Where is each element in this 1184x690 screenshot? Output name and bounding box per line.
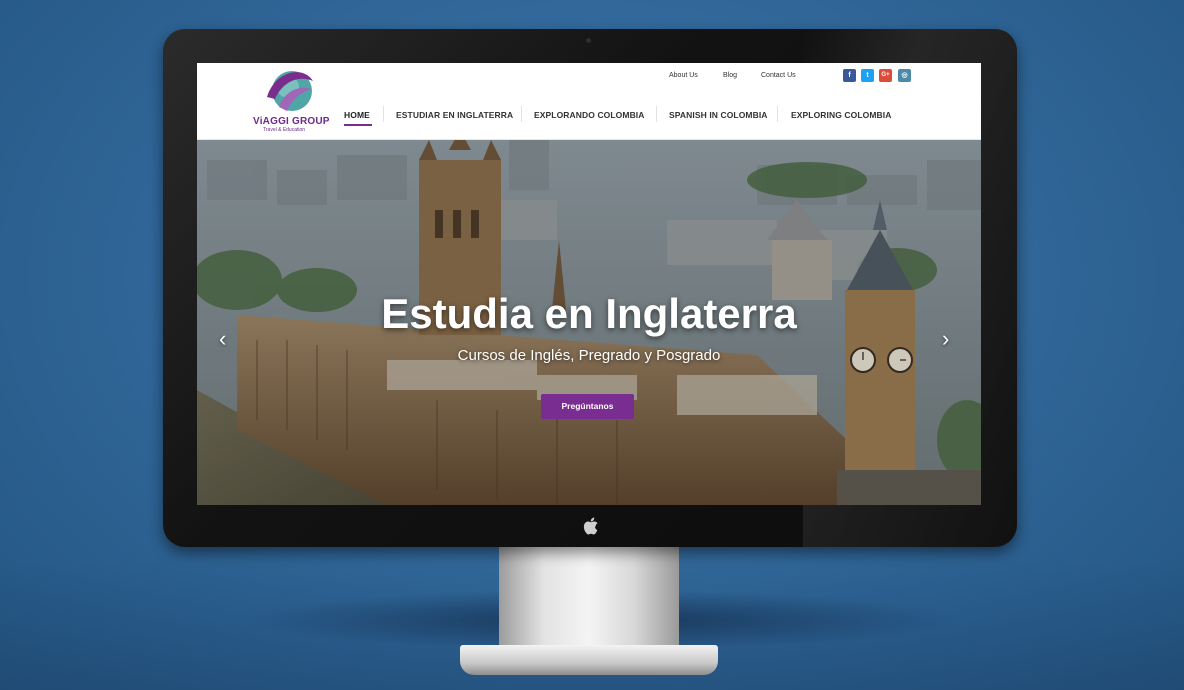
top-link-blog[interactable]: Blog bbox=[723, 72, 737, 79]
preguntanos-button[interactable]: Pregúntanos bbox=[541, 394, 634, 419]
hero-subtitle: Cursos de Inglés, Pregrado y Posgrado bbox=[457, 347, 721, 364]
logo-subtitle: Travel & Education bbox=[263, 127, 306, 133]
google-plus-icon[interactable]: G+ bbox=[879, 69, 892, 82]
menu-divider bbox=[521, 106, 522, 122]
site-header: ViAGGI GROUP Travel & Education About Us… bbox=[197, 63, 981, 140]
menu-divider bbox=[656, 106, 657, 122]
logo-title: ViAGGI GROUP bbox=[253, 116, 330, 127]
monitor-stand bbox=[499, 547, 679, 647]
facebook-icon[interactable]: f bbox=[843, 69, 856, 82]
monitor-base bbox=[460, 645, 718, 675]
menu-divider bbox=[383, 106, 384, 122]
menu-item-estudiar-en-inglaterra[interactable]: ESTUDIAR EN INGLATERRA bbox=[396, 110, 513, 120]
camera-icon bbox=[586, 38, 591, 43]
menu-item-home[interactable]: HOME bbox=[344, 110, 370, 120]
hero-slider: ‹ › Estudia en Inglaterra Cursos de Ingl… bbox=[197, 140, 981, 505]
menu-item-spanish-in-colombia[interactable]: SPANISH IN COLOMBIA bbox=[669, 110, 768, 120]
active-menu-indicator bbox=[344, 124, 372, 126]
top-link-contact[interactable]: Contact Us bbox=[761, 72, 796, 79]
apple-logo-icon bbox=[583, 517, 598, 535]
menu-item-exploring-colombia[interactable]: EXPLORING COLOMBIA bbox=[791, 110, 892, 120]
website-screen: ViAGGI GROUP Travel & Education About Us… bbox=[197, 63, 981, 505]
top-link-about[interactable]: About Us bbox=[669, 72, 698, 79]
menu-divider bbox=[777, 106, 778, 122]
menu-item-explorando-colombia[interactable]: EXPLORANDO COLOMBIA bbox=[534, 110, 645, 120]
hero-title: Estudia en Inglaterra bbox=[381, 290, 797, 337]
instagram-icon[interactable]: ◎ bbox=[898, 69, 911, 82]
twitter-icon[interactable]: t bbox=[861, 69, 874, 82]
